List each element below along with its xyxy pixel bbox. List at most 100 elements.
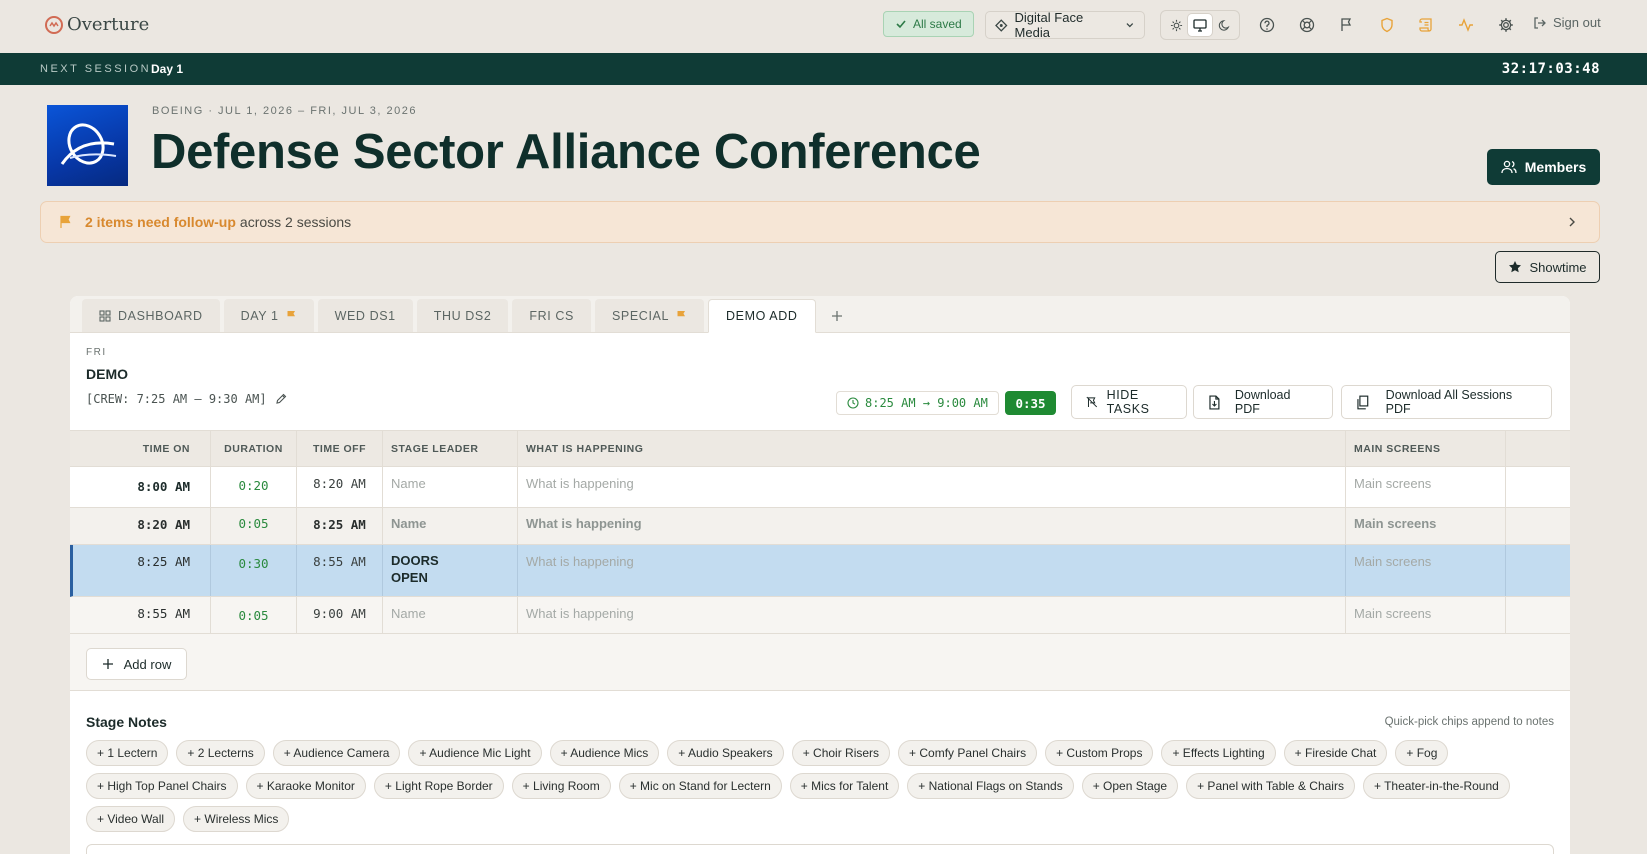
main-screens-input[interactable]: Main screens	[1346, 508, 1506, 544]
hide-tasks-button[interactable]: HIDE TASKS	[1071, 385, 1187, 419]
stage-leader-input[interactable]: Name	[383, 508, 518, 544]
add-row-label: Add row	[123, 656, 172, 672]
table-header-row: TIME ON DURATION TIME OFF STAGE LEADER W…	[70, 430, 1570, 467]
note-chip[interactable]: + Choir Risers	[791, 740, 891, 766]
time-on-cell[interactable]: 8:25 AM	[73, 545, 211, 596]
duration-cell[interactable]: 0:05	[211, 508, 297, 544]
note-chip[interactable]: + Audio Speakers	[667, 740, 784, 766]
stage-notes-textarea[interactable]	[86, 844, 1554, 854]
note-chip[interactable]: + Audience Mic Light	[408, 740, 542, 766]
session-day: FRI	[86, 347, 107, 358]
stage-leader-input[interactable]: Name	[383, 467, 518, 507]
note-chip[interactable]: + Living Room	[511, 773, 611, 799]
save-status-badge: All saved	[883, 11, 974, 37]
main-screens-input[interactable]: Main screens	[1346, 597, 1506, 633]
row-extra-cell	[1506, 545, 1570, 596]
table-row[interactable]: 8:00 AM 0:20 8:20 AM Name What is happen…	[70, 467, 1570, 508]
tab-dashboard[interactable]: DASHBOARD	[82, 299, 220, 332]
system-theme-button[interactable]	[1188, 14, 1212, 36]
note-chip[interactable]: + Audience Camera	[272, 740, 401, 766]
note-chip[interactable]: + Effects Lighting	[1161, 740, 1276, 766]
scroll-icon[interactable]	[1415, 14, 1437, 36]
table-row-selected[interactable]: 8:25 AM 0:30 8:55 AM DOORS OPEN What is …	[70, 545, 1570, 597]
note-chip[interactable]: + High Top Panel Chairs	[86, 773, 238, 799]
activity-icon[interactable]	[1455, 14, 1477, 36]
note-chip[interactable]: + Theater-in-the-Round	[1362, 773, 1510, 799]
tab-special[interactable]: SPECIAL	[595, 299, 705, 332]
time-on-cell[interactable]: 8:55 AM	[70, 597, 211, 633]
sign-out-button[interactable]: Sign out	[1533, 15, 1601, 30]
next-session-value: Day 1	[151, 62, 184, 76]
tab-demo-add[interactable]: DEMO ADD	[708, 299, 816, 333]
members-button[interactable]: Members	[1487, 149, 1600, 185]
session-crew-time: [CREW: 7:25 AM – 9:30 AM]	[86, 392, 287, 406]
stage-leader-input[interactable]: Name	[383, 597, 518, 633]
org-selector[interactable]: Digital Face Media	[985, 10, 1145, 40]
flag-icon[interactable]	[1336, 14, 1358, 36]
note-chip[interactable]: + Panel with Table & Chairs	[1186, 773, 1355, 799]
event-title: Defense Sector Alliance Conference	[151, 125, 981, 179]
followup-banner[interactable]: 2 items need follow-up across 2 sessions	[40, 201, 1600, 243]
note-chip[interactable]: + 2 Lecterns	[176, 740, 265, 766]
note-chip[interactable]: + Mic on Stand for Lectern	[618, 773, 782, 799]
stage-leader-input[interactable]: DOORS OPEN	[383, 545, 518, 596]
tab-thu-ds2[interactable]: THU DS2	[416, 299, 509, 332]
pencil-icon[interactable]	[275, 393, 287, 405]
brand[interactable]: Overture	[45, 14, 149, 35]
tab-wed-ds1[interactable]: WED DS1	[317, 299, 413, 332]
time-on-cell[interactable]: 8:20 AM	[70, 508, 211, 544]
main-screens-input[interactable]: Main screens	[1346, 545, 1506, 596]
file-download-icon	[1209, 394, 1220, 410]
download-pdf-button[interactable]: Download PDF	[1193, 385, 1333, 419]
column-header[interactable]: DURATION	[211, 431, 297, 466]
column-header[interactable]: TIME OFF	[297, 431, 383, 466]
main-screens-input[interactable]: Main screens	[1346, 467, 1506, 507]
members-label: Members	[1524, 159, 1587, 175]
sign-out-icon	[1534, 16, 1546, 29]
column-header[interactable]: TIME ON	[70, 431, 211, 466]
happening-input[interactable]: What is happening	[518, 467, 1346, 507]
note-chip[interactable]: + Comfy Panel Chairs	[898, 740, 1038, 766]
duration-cell[interactable]: 0:05	[211, 597, 297, 633]
support-icon[interactable]	[1296, 14, 1318, 36]
column-header[interactable]: WHAT IS HAPPENING	[518, 431, 1346, 466]
duration-cell[interactable]: 0:20	[211, 467, 297, 507]
session-card: DASHBOARD DAY 1 WED DS1 THU DS2 FRI CS S…	[70, 296, 1570, 854]
happening-input[interactable]: What is happening	[518, 597, 1346, 633]
dark-theme-button[interactable]	[1212, 14, 1236, 36]
settings-gear-icon[interactable]	[1495, 14, 1517, 36]
happening-input[interactable]: What is happening	[518, 545, 1346, 596]
column-header[interactable]: MAIN SCREENS	[1346, 431, 1506, 466]
tab-day-1[interactable]: DAY 1	[223, 299, 314, 332]
shield-icon[interactable]	[1376, 14, 1398, 36]
column-header[interactable]: STAGE LEADER	[383, 431, 518, 466]
row-extra-cell	[1506, 597, 1570, 633]
download-all-sessions-button[interactable]: Download All Sessions PDF	[1341, 385, 1552, 419]
note-chip[interactable]: + Karaoke Monitor	[245, 773, 366, 799]
note-chip[interactable]: + Light Rope Border	[373, 773, 504, 799]
add-tab-button[interactable]	[820, 299, 854, 332]
note-chip[interactable]: + Open Stage	[1081, 773, 1179, 799]
tab-fri-cs[interactable]: FRI CS	[512, 299, 591, 332]
happening-input[interactable]: What is happening	[518, 508, 1346, 544]
note-chip[interactable]: + Audience Mics	[549, 740, 660, 766]
note-chip[interactable]: + Video Wall	[86, 806, 176, 832]
note-chip[interactable]: + Mics for Talent	[789, 773, 900, 799]
note-chip[interactable]: + Fog	[1395, 740, 1449, 766]
time-off-cell: 9:00 AM	[297, 597, 383, 633]
note-chip[interactable]: + Wireless Mics	[183, 806, 290, 832]
plus-icon	[102, 659, 113, 669]
note-chip[interactable]: + Custom Props	[1045, 740, 1154, 766]
table-row[interactable]: 8:55 AM 0:05 9:00 AM Name What is happen…	[70, 597, 1570, 634]
note-chip[interactable]: + 1 Lectern	[86, 740, 169, 766]
showtime-button[interactable]: Showtime	[1495, 251, 1600, 283]
light-theme-button[interactable]	[1164, 14, 1188, 36]
note-chip[interactable]: + National Flags on Stands	[907, 773, 1074, 799]
add-row-button[interactable]: Add row	[86, 648, 187, 680]
help-icon[interactable]	[1256, 14, 1278, 36]
table-row[interactable]: 8:20 AM 0:05 8:25 AM Name What is happen…	[70, 508, 1570, 545]
duration-cell[interactable]: 0:30	[211, 545, 297, 596]
time-on-cell[interactable]: 8:00 AM	[70, 467, 211, 507]
tab-label: DEMO ADD	[726, 309, 798, 323]
note-chip[interactable]: + Fireside Chat	[1283, 740, 1388, 766]
